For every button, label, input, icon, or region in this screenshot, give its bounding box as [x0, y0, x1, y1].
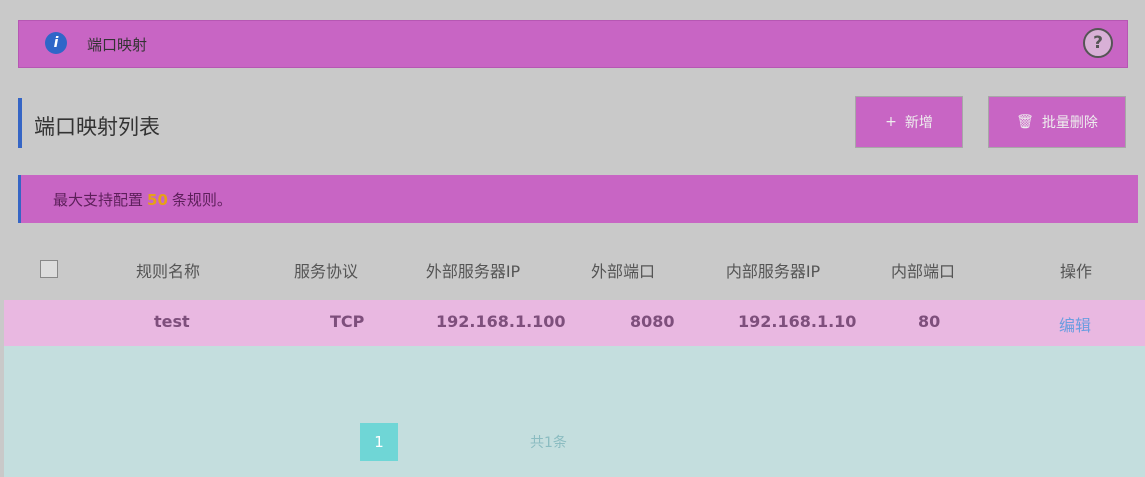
table-header: 规则名称 服务协议 外部服务器IP 外部端口 内部服务器IP 内部端口 操作 — [18, 250, 1138, 290]
batch-delete-button[interactable]: 🗑 批量删除 — [988, 96, 1126, 148]
cell-rule-name: test — [154, 312, 190, 331]
notice-suffix: 条规则。 — [171, 191, 232, 209]
notice-count: 50 — [147, 191, 168, 209]
cell-ext-ip: 192.168.1.100 — [436, 312, 566, 331]
notice-bar: 最大支持配置 50 条规则。 — [18, 175, 1138, 223]
batch-delete-label: 批量删除 — [1041, 115, 1098, 131]
section-accent-bar — [18, 98, 22, 148]
page-title: 端口映射 — [87, 36, 148, 54]
cell-int-port: 80 — [918, 312, 941, 331]
col-rule-name: 规则名称 — [135, 262, 200, 281]
col-ext-port: 外部端口 — [590, 262, 655, 281]
cell-ext-port: 8080 — [630, 312, 675, 331]
col-ext-ip: 外部服务器IP — [425, 262, 521, 281]
pagination-total: 共1条 — [530, 435, 567, 451]
col-protocol: 服务协议 — [293, 262, 358, 281]
table-row: test TCP 192.168.1.100 8080 192.168.1.10… — [4, 300, 1145, 346]
col-int-port: 内部端口 — [890, 262, 955, 281]
edit-link[interactable]: 编辑 — [1059, 312, 1091, 336]
notice-text: 最大支持配置 50 条规则。 — [53, 189, 232, 210]
top-info-bar: i 端口映射 ? — [18, 20, 1128, 68]
cell-int-ip: 192.168.1.10 — [738, 312, 857, 331]
table-footer: 1 共1条 — [4, 346, 1145, 477]
col-int-ip: 内部服务器IP — [725, 262, 821, 281]
section-title: 端口映射列表 — [34, 115, 160, 139]
col-action: 操作 — [1059, 262, 1092, 281]
cell-protocol: TCP — [330, 312, 365, 331]
plus-icon: + — [885, 114, 897, 130]
notice-prefix: 最大支持配置 — [53, 191, 144, 209]
info-icon: i — [45, 32, 67, 54]
add-button-label: 新增 — [904, 115, 933, 131]
page-button-1[interactable]: 1 — [360, 423, 398, 461]
add-button[interactable]: + 新增 — [855, 96, 963, 148]
trash-icon: 🗑 — [1016, 114, 1034, 130]
select-all-checkbox[interactable] — [40, 260, 58, 278]
help-icon[interactable]: ? — [1083, 28, 1113, 58]
